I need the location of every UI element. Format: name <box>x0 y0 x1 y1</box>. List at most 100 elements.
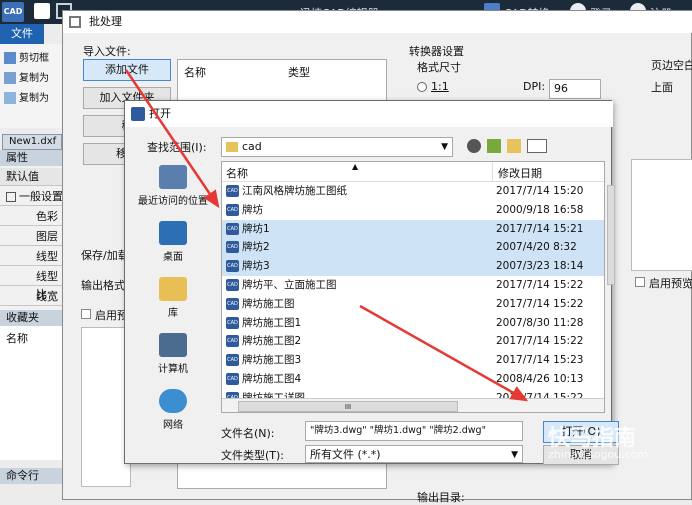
file-row[interactable]: CAD 牌坊施工图 2017/7/14 15:22 <box>222 295 604 314</box>
up-folder-icon[interactable] <box>487 139 501 153</box>
file-date: 2008/4/26 10:13 <box>496 373 584 385</box>
cad-file-icon: CAD <box>226 316 239 329</box>
top-margin-label: 上面 <box>651 81 673 94</box>
file-name: 牌坊施工图4 <box>242 373 302 385</box>
cut-frame-button[interactable]: 剪切框 <box>4 50 49 68</box>
file-row[interactable]: CAD 牌坊施工图3 2017/7/14 15:23 <box>222 351 604 370</box>
file-tab[interactable]: 文件 <box>0 24 44 44</box>
filetype-dropdown[interactable]: 所有文件 (*.*) ▼ <box>305 445 523 463</box>
file-name: 牌坊平、立面施工图 <box>242 279 337 291</box>
file-date: 2007/3/23 18:14 <box>496 260 584 273</box>
open-dialog-title: 打开 <box>125 101 613 127</box>
cad-file-icon: CAD <box>226 260 239 273</box>
favorites-panel: 收藏夹 名称 <box>0 310 64 460</box>
view-menu-icon[interactable] <box>527 139 547 153</box>
file-list[interactable]: 名称 ▲ 修改日期 CAD 江南风格牌坊施工图纸 2017/7/14 15:20 CA… <box>221 161 605 413</box>
properties-header: 属性 <box>0 150 64 166</box>
dpi-input[interactable]: 96 <box>549 79 601 99</box>
favorites-header: 收藏夹 <box>0 310 64 326</box>
prop-linetype-scale: 线型比 <box>0 268 64 301</box>
column-header-name[interactable]: 名称 <box>226 165 248 181</box>
file-row[interactable]: CAD 牌坊施工图2 2017/7/14 15:22 <box>222 332 604 351</box>
file-name: 牌坊施工图 <box>242 297 295 310</box>
file-date: 2017/7/14 15:22 <box>496 297 584 310</box>
file-row[interactable]: CAD 江南风格牌坊施工图纸 2017/7/14 15:20 <box>222 182 604 201</box>
file-date: 2000/9/18 16:58 <box>496 203 584 216</box>
file-row[interactable]: CAD 牌坊 2000/9/18 16:58 <box>222 201 604 220</box>
collapse-icon[interactable] <box>6 192 16 202</box>
ribbon-panel: 剪切框 复制为 复制为 <box>0 44 64 128</box>
file-row[interactable]: CAD 牌坊施工图1 2007/8/30 11:28 <box>222 314 604 333</box>
chevron-down-icon: ▼ <box>511 450 518 460</box>
file-row[interactable]: CAD 牌坊平、立面施工图 2017/7/14 15:22 <box>222 276 604 295</box>
places-bar: 最近访问的位置 桌面 库 计算机 网络 <box>131 151 215 451</box>
filename-input[interactable]: "牌坊3.dwg" "牌坊1.dwg" "牌坊2.dwg" <box>305 421 523 441</box>
general-settings-row[interactable]: 一般设置 <box>0 188 64 206</box>
list-col-name: 名称 <box>184 66 206 79</box>
output-dir-label: 输出目录: <box>417 491 465 504</box>
cad-file-icon: CAD <box>226 185 239 197</box>
recent-icon <box>159 165 187 189</box>
ratio-label: 1:1 <box>431 80 449 93</box>
file-name: 牌坊1 <box>242 222 270 235</box>
h-scroll-thumb[interactable]: III <box>238 401 458 412</box>
cad-file-icon: CAD <box>226 354 239 367</box>
format-size-label: 格式尺寸 <box>417 61 461 74</box>
sort-asc-icon: ▲ <box>352 162 359 171</box>
prop-linetype: 线型 <box>0 248 64 266</box>
document-tab[interactable]: New1.dxf <box>2 134 62 150</box>
open-dialog-icon <box>131 107 145 121</box>
preview-area-right <box>631 159 692 271</box>
app-logo: CAD <box>2 2 24 22</box>
cad-file-icon: CAD <box>226 222 239 235</box>
file-date: 2007/8/30 11:28 <box>496 316 584 329</box>
output-format-label: 输出格式 <box>81 279 125 292</box>
chevron-down-icon: ▼ <box>441 142 448 152</box>
enable-preview-checkbox[interactable] <box>635 277 645 287</box>
file-date: 2007/4/20 8:32 <box>496 241 577 254</box>
back-icon[interactable] <box>467 139 481 153</box>
ratio-radio[interactable] <box>417 82 427 92</box>
place-library[interactable]: 库 <box>131 273 215 329</box>
save-load-label: 保存/加载 <box>81 249 129 262</box>
open-file-dialog: 打开 查找范围(I): cad ▼ 最近访问的位置 桌面 库 计算机 网络 名称… <box>124 100 619 465</box>
vertical-scrollbar[interactable] <box>605 161 617 413</box>
place-network[interactable]: 网络 <box>131 385 215 441</box>
v-scroll-thumb[interactable] <box>607 185 615 285</box>
place-desktop[interactable]: 桌面 <box>131 217 215 273</box>
file-date: 2017/7/14 15:20 <box>496 185 584 197</box>
add-file-button[interactable]: 添加文件 <box>83 59 171 81</box>
file-name: 牌坊 <box>242 203 263 216</box>
horizontal-scrollbar[interactable]: III <box>222 398 604 412</box>
network-icon <box>159 389 187 413</box>
properties-panel: 属性 默认值 一般设置 色彩 图层 线型 线型比 线宽 <box>0 150 64 330</box>
new-icon[interactable] <box>34 3 50 19</box>
place-recent[interactable]: 最近访问的位置 <box>131 161 215 217</box>
enable-preview-label: 启用预览 <box>649 277 692 290</box>
copy-as-bitmap-button[interactable]: 复制为 <box>4 90 49 108</box>
bitmap-icon <box>4 92 16 104</box>
dpi-label: DPI: <box>523 80 546 93</box>
place-computer[interactable]: 计算机 <box>131 329 215 385</box>
file-name: 牌坊施工图1 <box>242 316 302 329</box>
file-row[interactable]: CAD 牌坊2 2007/4/20 8:32 <box>222 238 604 258</box>
new-folder-icon[interactable] <box>507 139 521 153</box>
file-row[interactable]: CAD 牌坊1 2017/7/14 15:21 <box>222 219 604 239</box>
page-margin-label: 页边空白 <box>651 59 692 72</box>
look-in-dropdown[interactable]: cad ▼ <box>221 137 453 157</box>
file-name: 牌坊3 <box>242 260 270 273</box>
copy-as-button[interactable]: 复制为 <box>4 70 49 88</box>
file-name: 牌坊施工图3 <box>242 354 302 367</box>
cad-file-icon: CAD <box>226 241 239 254</box>
column-header-date[interactable]: 修改日期 <box>498 165 542 181</box>
emf-icon <box>4 72 16 84</box>
favorites-name-column: 名称 <box>6 332 28 345</box>
library-icon <box>159 277 187 301</box>
computer-icon <box>159 333 187 357</box>
enable-preview-checkbox-left[interactable] <box>81 309 91 319</box>
file-row[interactable]: CAD 牌坊3 2007/3/23 18:14 <box>222 257 604 276</box>
list-col-type: 类型 <box>288 66 310 79</box>
column-divider[interactable] <box>492 162 493 182</box>
filename-label: 文件名(N): <box>221 427 275 440</box>
file-row[interactable]: CAD 牌坊施工图4 2008/4/26 10:13 <box>222 370 604 389</box>
